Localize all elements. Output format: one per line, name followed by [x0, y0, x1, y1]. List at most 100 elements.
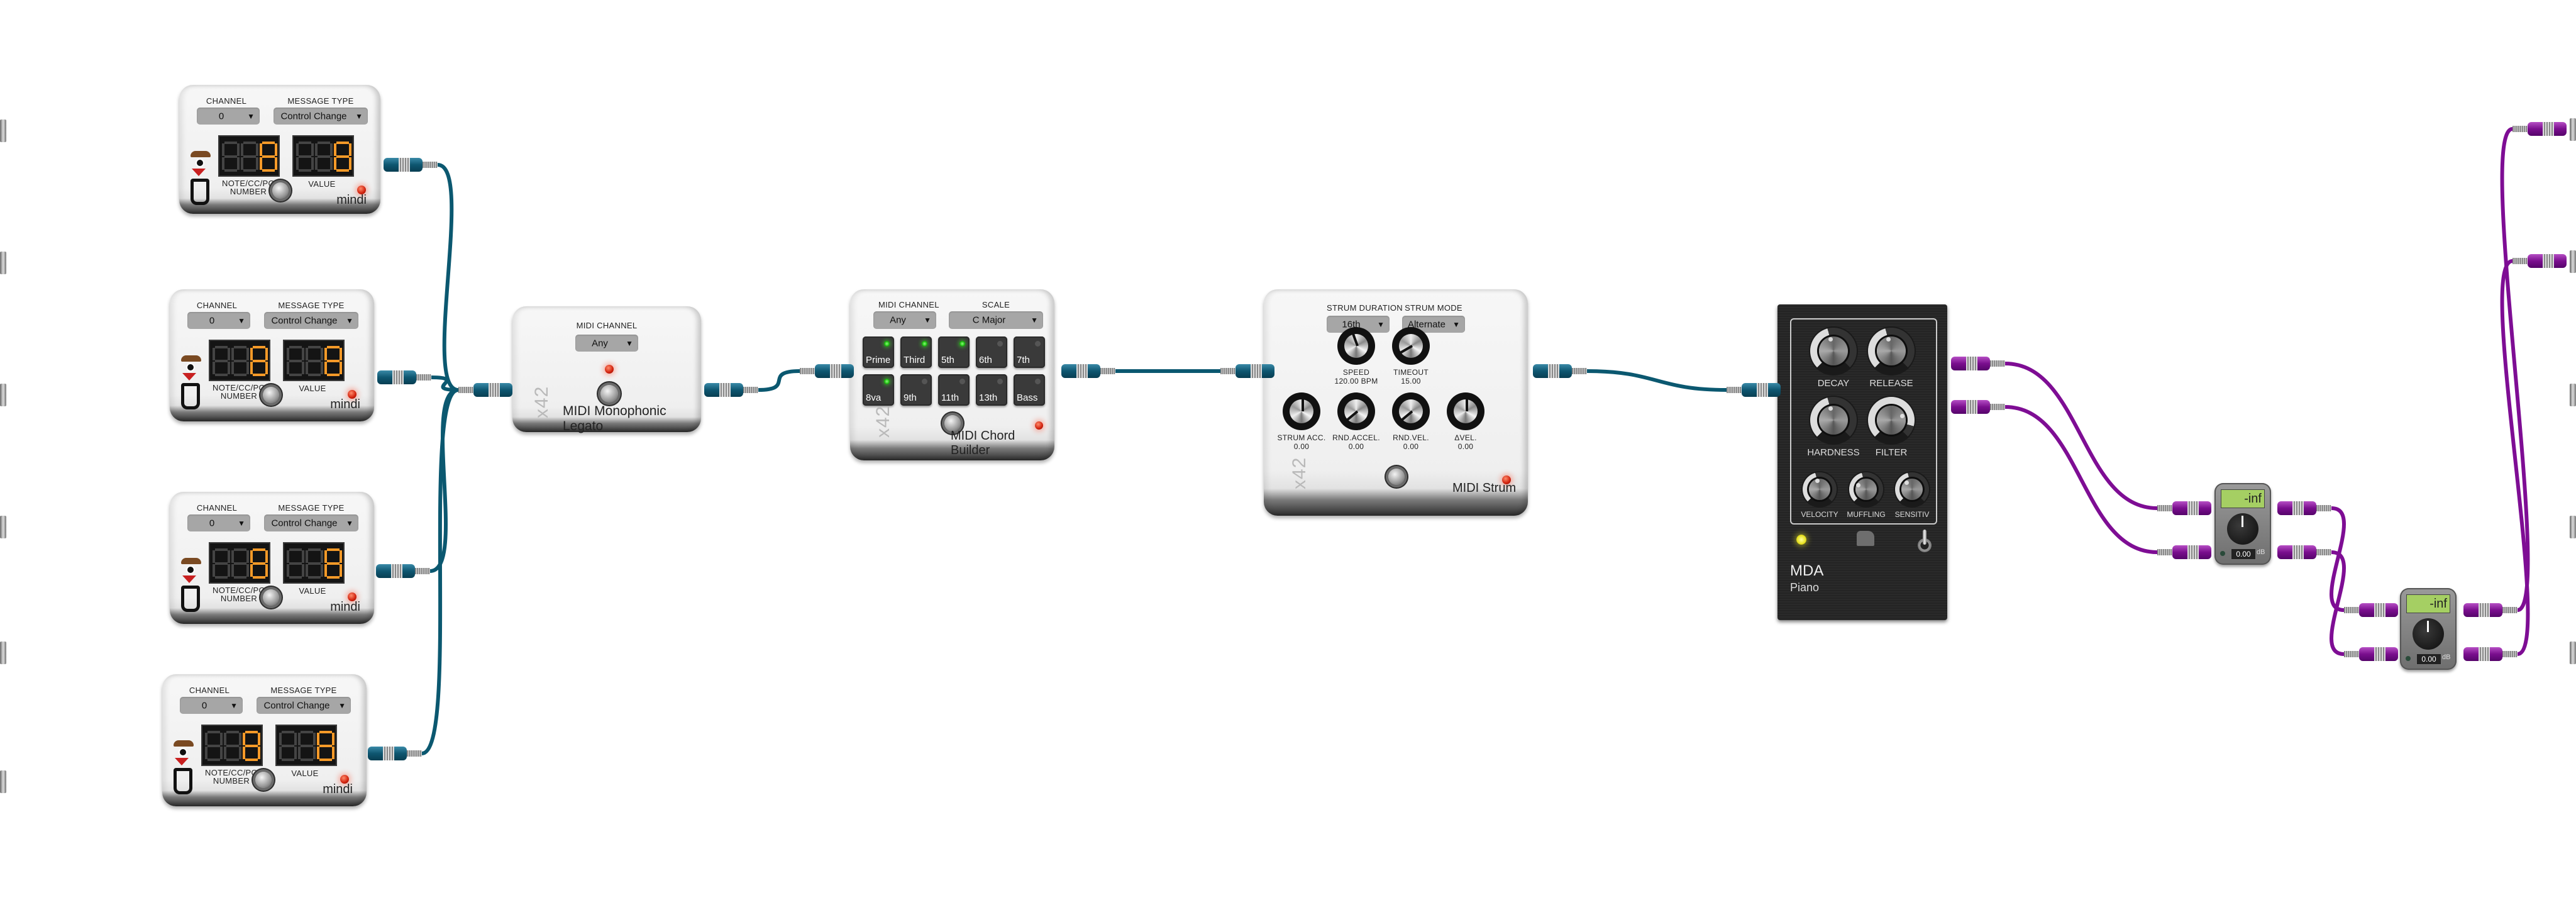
hardness-knob[interactable] [1809, 396, 1858, 445]
muffling-knob[interactable] [1848, 471, 1884, 508]
mindi-pedal[interactable]: CHANNEL 0 ▼ MESSAGE TYPE Control Change ▼ … [170, 492, 374, 624]
chord-interval-button[interactable]: 5th [938, 336, 970, 368]
midi-channel-dropdown[interactable]: Any ▼ [873, 311, 936, 329]
footswitch[interactable] [263, 589, 279, 606]
system-audio-input-port[interactable] [0, 384, 6, 406]
decay-knob[interactable] [1809, 326, 1858, 375]
audio-cable-plug[interactable] [2344, 647, 2398, 661]
midi-cable[interactable] [437, 163, 459, 392]
system-output-port[interactable] [2570, 516, 2576, 538]
filter-knob[interactable] [1867, 396, 1916, 445]
system-midi-input-port[interactable] [0, 252, 6, 274]
midi-cable[interactable] [431, 375, 459, 392]
speed-knob[interactable] [1337, 327, 1375, 365]
message-type-dropdown[interactable]: Control Change ▼ [264, 312, 358, 329]
gain-pedal[interactable]: -inf 0.00 dB [2214, 483, 2271, 565]
footswitch[interactable] [255, 772, 272, 788]
channel-dropdown[interactable]: 0 ▼ [197, 108, 260, 125]
midi-channel-dropdown[interactable]: Any ▼ [575, 335, 638, 352]
chord-interval-button[interactable]: Third [900, 336, 932, 368]
midi-cable-plug[interactable] [800, 364, 854, 378]
bypass-footswitch[interactable] [1388, 469, 1405, 485]
audio-cable[interactable] [2500, 259, 2530, 656]
audio-cable-plug[interactable] [2512, 254, 2567, 268]
audio-cable-plug[interactable] [2277, 501, 2331, 515]
midi-chord-builder-pedal[interactable]: MIDI CHANNEL Any ▼ SCALE C Major ▼ Prime Th… [850, 289, 1054, 460]
audio-cable-plug[interactable] [2277, 545, 2331, 559]
footswitch[interactable] [272, 182, 289, 199]
system-audio-input-port[interactable] [0, 516, 6, 538]
channel-dropdown[interactable]: 0 ▼ [187, 514, 250, 531]
midi-cable-plug[interactable] [1220, 364, 1274, 378]
message-type-dropdown[interactable]: Control Change ▼ [257, 697, 351, 714]
audio-cable-plug[interactable] [2344, 603, 2398, 617]
midi-cable-plug[interactable] [376, 564, 430, 578]
rnd-vel-knob[interactable] [1392, 392, 1430, 430]
system-midi-input-port[interactable] [0, 119, 6, 142]
system-output-port[interactable] [2570, 642, 2576, 664]
midi-strum-pedal[interactable]: STRUM DURATION 16th ▼ STRUM MODE Alternat… [1264, 289, 1528, 516]
velocity-knob[interactable] [1801, 471, 1838, 508]
audio-cable[interactable] [2330, 550, 2346, 656]
system-audio-output-port[interactable] [2570, 118, 2576, 141]
system-cv-input-port[interactable] [0, 770, 6, 793]
knob-label: RND.ACCEL. [1332, 433, 1380, 442]
system-cv-input-port[interactable] [0, 642, 6, 664]
midi-cable[interactable] [758, 369, 800, 392]
audio-cable-plug[interactable] [2512, 122, 2567, 136]
audio-cable[interactable] [2004, 362, 2158, 510]
midi-cable-plug[interactable] [384, 158, 438, 172]
footswitch[interactable] [263, 387, 279, 403]
mindi-pedal[interactable]: CHANNEL 0 ▼ MESSAGE TYPE Control Change ▼ … [179, 85, 380, 214]
midi-cable-plug[interactable] [704, 383, 758, 397]
gain-knob[interactable] [2227, 513, 2258, 545]
channel-dropdown[interactable]: 0 ▼ [187, 312, 250, 329]
message-type-dropdown[interactable]: Control Change ▼ [274, 108, 368, 125]
-vel-knob[interactable] [1447, 392, 1484, 430]
rnd-accel-knob[interactable] [1337, 392, 1375, 430]
audio-cable[interactable] [2500, 127, 2530, 612]
release-knob[interactable] [1867, 326, 1916, 375]
audio-cable[interactable] [2004, 405, 2158, 554]
bypass-toggle-switch[interactable] [1918, 530, 1932, 553]
chord-interval-button[interactable]: 8va [863, 374, 894, 406]
audio-cable-plug[interactable] [2463, 647, 2518, 661]
scale-dropdown[interactable]: C Major ▼ [949, 311, 1043, 329]
audio-cable-plug[interactable] [2157, 545, 2211, 559]
audio-cable[interactable] [2330, 506, 2346, 612]
gain-pedal[interactable]: -inf 0.00 dB [2400, 588, 2457, 670]
midi-cable-plug[interactable] [377, 370, 431, 384]
midi-cable-plug[interactable] [1533, 364, 1587, 378]
note-number-label: NOTE/CC/PG NUMBER [213, 586, 265, 603]
chord-interval-button[interactable]: 11th [938, 374, 970, 406]
chord-interval-button[interactable]: Prime [863, 336, 894, 368]
midi-cable[interactable] [429, 388, 459, 573]
midi-cable[interactable] [1586, 369, 1727, 392]
gain-knob[interactable] [2413, 618, 2444, 650]
midi-cable-plug[interactable] [368, 747, 422, 760]
system-audio-output-port[interactable] [2570, 250, 2576, 273]
system-output-port[interactable] [2570, 384, 2576, 406]
chord-interval-button[interactable]: 6th [976, 336, 1007, 368]
mindi-pedal[interactable]: CHANNEL 0 ▼ MESSAGE TYPE Control Change ▼ … [162, 674, 367, 806]
timeout-knob[interactable] [1392, 327, 1430, 365]
message-type-dropdown[interactable]: Control Change ▼ [264, 514, 358, 531]
strum-acc-knob[interactable] [1283, 392, 1320, 430]
mindi-pedal[interactable]: CHANNEL 0 ▼ MESSAGE TYPE Control Change ▼ … [170, 289, 374, 421]
audio-cable-plug[interactable] [2463, 603, 2518, 617]
audio-cable-plug[interactable] [2157, 501, 2211, 515]
sensitiv-knob[interactable] [1894, 471, 1930, 508]
audio-cable-plug[interactable] [1951, 400, 2005, 414]
chord-interval-button[interactable]: 7th [1014, 336, 1045, 368]
audio-cable-plug[interactable] [1951, 357, 2005, 370]
midi-monophonic-legato-pedal[interactable]: MIDI CHANNEL Any ▼ x42 MIDI Monophonic Le… [512, 306, 701, 433]
midi-cable-plug[interactable] [458, 383, 512, 397]
chord-interval-button[interactable]: 13th [976, 374, 1007, 406]
mda-piano-pedal[interactable]: DECAY RELEASE HARDNESS FILTER VELOCITY M… [1777, 304, 1947, 620]
channel-dropdown[interactable]: 0 ▼ [180, 697, 243, 714]
chord-interval-button[interactable]: 9th [900, 374, 932, 406]
chord-interval-button[interactable]: Bass [1014, 374, 1045, 406]
midi-cable-plug[interactable] [1727, 383, 1781, 397]
midi-cable-plug[interactable] [1061, 364, 1115, 378]
bypass-footswitch[interactable] [600, 385, 618, 403]
